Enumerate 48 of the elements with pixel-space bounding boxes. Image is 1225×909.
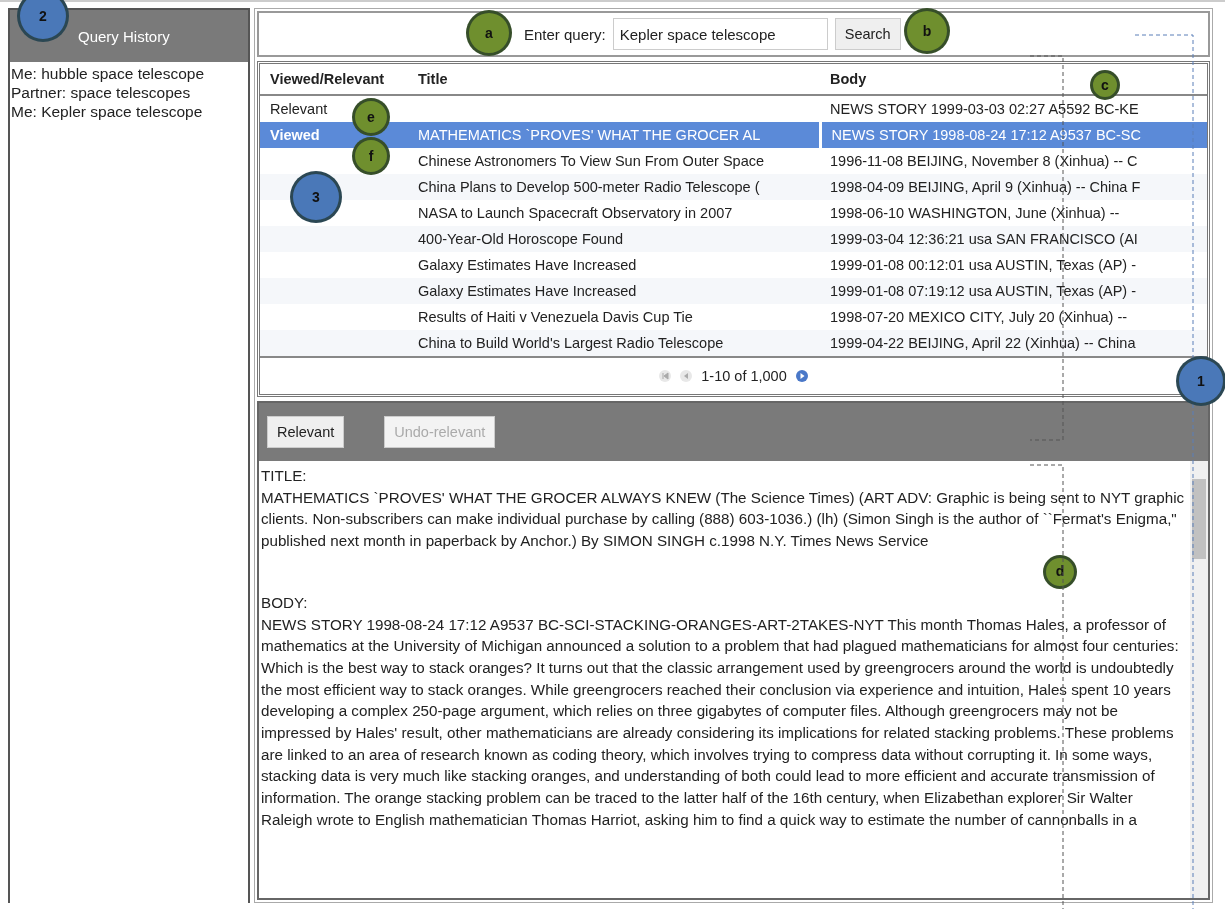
title-text: MATHEMATICS `PROVES' WHAT THE GROCER AL bbox=[418, 127, 761, 143]
document-text: MATHEMATICS `PROVES' WHAT THE GROCER ALWAYS KNEW (The Science Times) (ART ADV: Graphic is being sent to NYT graphic clients. Non-subscribers can make individual purchase by calling (888) 603-1036.) (lh) (Simon Singh is the author of ``Fermat's Enigma," published next month in paperback by Anchor.) By SIMON SINGH c.1998 N.Y. Times News Service bbox=[261, 487, 1186, 552]
history-item[interactable]: Me: Kepler space telescope bbox=[11, 102, 248, 121]
callout-marker: b bbox=[904, 8, 950, 54]
callout-marker: e bbox=[352, 98, 390, 136]
body-text: 1999-04-22 BEIJING, April 22 (Xinhua) -- China bbox=[830, 335, 1136, 351]
column-header[interactable]: Viewed/Relevant bbox=[260, 64, 408, 95]
title-text: Galaxy Estimates Have Increased bbox=[418, 283, 637, 299]
column-header[interactable]: Title bbox=[408, 64, 820, 95]
title-text: Results of Haiti v Venezuela Davis Cup Tie bbox=[418, 309, 693, 325]
callout-marker: 3 bbox=[290, 171, 342, 223]
previous-page-icon[interactable] bbox=[680, 370, 693, 382]
title-text: 400-Year-Old Horoscope Found bbox=[418, 231, 623, 247]
callout-marker: c bbox=[1090, 70, 1120, 100]
title-text: Chinese Astronomers To View Sun From Outer Space bbox=[418, 153, 765, 169]
title-text: NASA to Launch Spacecraft Observatory in 2007 bbox=[418, 205, 733, 221]
callout-marker: f bbox=[352, 137, 390, 175]
history-item[interactable]: Me: hubble space telescope bbox=[11, 64, 248, 83]
title-text: China Plans to Develop 500-meter Radio Telescope ( bbox=[418, 179, 760, 195]
callout-marker: 1 bbox=[1176, 356, 1225, 406]
status-text: Relevant bbox=[270, 101, 328, 117]
mark-button[interactable]: Relevant bbox=[267, 416, 345, 448]
body-text: 1998-04-09 BEIJING, April 9 (Xinhua) -- China F bbox=[830, 179, 1141, 195]
callout-marker: a bbox=[466, 10, 512, 56]
status-text: Viewed bbox=[270, 127, 320, 143]
title-text: Galaxy Estimates Have Increased bbox=[418, 257, 637, 273]
body-text: 1996-11-08 BEIJING, November 8 (Xinhua) -- C bbox=[830, 153, 1138, 169]
body-text: 1999-03-04 12:36:21 usa SAN FRANCISCO (AI bbox=[830, 231, 1138, 247]
history-item[interactable]: Partner: space telescopes bbox=[11, 83, 248, 102]
next-page-icon[interactable] bbox=[795, 370, 808, 382]
page-count: 1-10 of 1,000 bbox=[701, 368, 787, 384]
title-text: China to Build World's Largest Radio Telescope bbox=[418, 335, 724, 351]
document-text: BODY: bbox=[261, 592, 308, 613]
document-text: NEWS STORY 1998-08-24 17:12 A9537 BC-SCI-STACKING-ORANGES-ART-2TAKES-NYT This month Thomas Hales, a professor of mathematics at the University of Michigan announced a solution to a problem that had plagued mathematicians for almost four centuries: Which is the best way to stack oranges? It turns out that the classic arrangement used by greengrocers around the world is undoubtedly the most efficient way to stack oranges. While greengrocers reached their conclusion via experience and intuition, Hales spent 10 years developing a complex 250-page argument, which relies on three gigabytes of computer files. Although greengrocers may not be impressed by Hales' result, other mathematicians are already considering its implications for related stacking problems. These problems are linked to an area of research known as coding theory, which involves trying to compress data without corrupting it. In some ways, stacking data is very much like stacking oranges, and understanding of both could lead to more efficient and accurate transmission of information. The orange stacking problem can be traced to the latter half of the 16th century, when Elizabethan explorer Sir Walter Raleigh wrote to English mathematician Thomas Harriot, asking him to find a quick way to estimate the number of cannonballs in a bbox=[261, 614, 1180, 830]
body-text: 1999-01-08 00:12:01 usa AUSTIN, Texas (AP) - bbox=[830, 257, 1136, 273]
query-label: Enter query: bbox=[524, 25, 606, 43]
body-text: NEWS STORY 1999-03-03 02:27 A5592 BC-KE bbox=[830, 101, 1139, 117]
panel-title: Query History bbox=[78, 27, 170, 45]
scrollbar[interactable] bbox=[1190, 461, 1208, 898]
body-text: 1998-07-20 MEXICO CITY, July 20 (Xinhua) -- bbox=[830, 309, 1128, 325]
body-text: 1998-06-10 WASHINGTON, June (Xinhua) -- bbox=[830, 205, 1120, 221]
first-page-icon[interactable] bbox=[659, 370, 672, 382]
search-button[interactable]: Search bbox=[834, 18, 901, 50]
document-text: TITLE: bbox=[261, 466, 307, 486]
callout-marker: d bbox=[1043, 554, 1077, 589]
query-field[interactable]: Kepler space telescope bbox=[612, 18, 828, 50]
body-text: 1999-01-08 07:19:12 usa AUSTIN, Texas (AP) - bbox=[830, 283, 1136, 299]
body-text: NEWS STORY 1998-08-24 17:12 A9537 BC-SC bbox=[831, 127, 1141, 143]
